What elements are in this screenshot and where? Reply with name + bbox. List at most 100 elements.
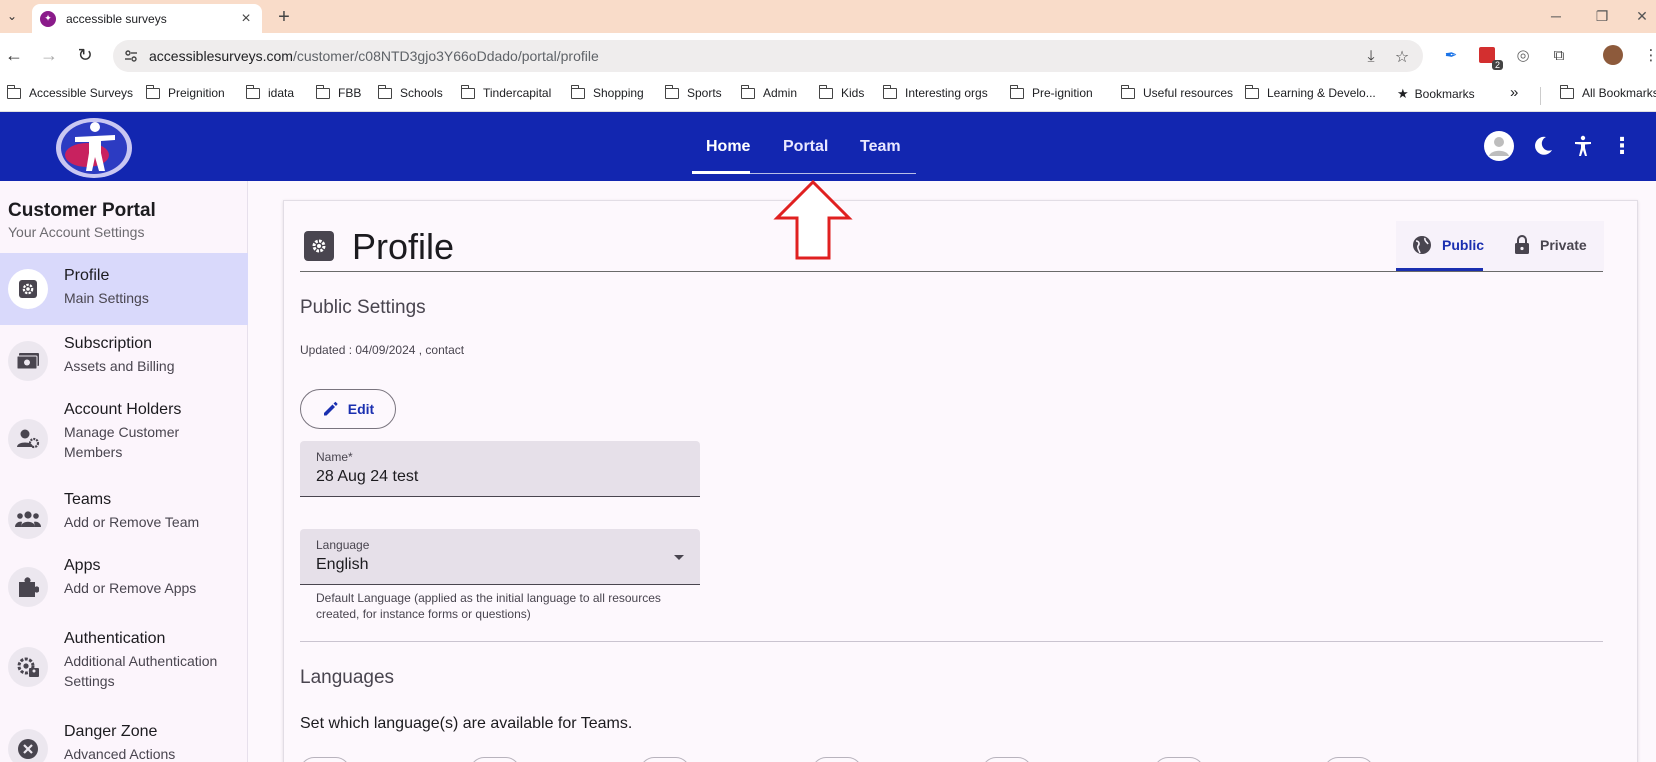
- language-toggle[interactable]: [640, 757, 690, 762]
- sidebar-item-profile[interactable]: Profile Main Settings: [0, 253, 248, 325]
- language-toggle[interactable]: [1154, 757, 1204, 762]
- language-toggle[interactable]: [982, 757, 1032, 762]
- close-circle-icon: [8, 729, 48, 762]
- folder-icon: [245, 84, 260, 99]
- app-header: Home Portal Team ⋮: [0, 112, 1656, 181]
- folder-icon: [460, 84, 475, 99]
- bookmarks-bar: Accessible Surveys Preignition idata FBB…: [0, 78, 1656, 112]
- settings-gear-icon: [304, 231, 334, 261]
- bookmark-folder[interactable]: Pre-ignition: [1009, 84, 1093, 100]
- sidebar-title: Customer Portal: [8, 200, 156, 221]
- language-select[interactable]: Language English: [300, 529, 700, 585]
- sidebar-item-label: Subscription: [64, 335, 153, 352]
- bookmark-item[interactable]: ★ Bookmarks: [1397, 86, 1475, 102]
- forward-arrow-icon[interactable]: →: [39, 45, 59, 65]
- language-toggle[interactable]: [470, 757, 520, 762]
- bookmark-folder[interactable]: Kids: [818, 84, 864, 100]
- name-field-label: Name*: [316, 450, 353, 464]
- sidebar-item-apps[interactable]: Apps Add or Remove Apps: [0, 553, 248, 621]
- sidebar-item-desc: Manage Customer Members: [64, 424, 180, 460]
- tab-private[interactable]: Private: [1514, 235, 1587, 255]
- dropdown-caret-icon: [674, 555, 684, 560]
- window-minimize-icon[interactable]: ─: [1546, 6, 1566, 26]
- sidebar-item-desc: Main Settings: [64, 290, 149, 306]
- bookmark-folder[interactable]: Accessible Surveys: [6, 84, 133, 100]
- window-restore-icon[interactable]: ❐: [1592, 6, 1612, 26]
- money-icon: [8, 341, 48, 381]
- person-gear-icon: [8, 419, 48, 459]
- nav-portal[interactable]: Portal: [783, 138, 828, 156]
- profile-avatar-icon[interactable]: [1602, 44, 1624, 66]
- browser-toolbar: ← → ↻ accessiblesurveys.com/customer/c08…: [0, 33, 1656, 78]
- nav-team[interactable]: Team: [860, 138, 901, 156]
- bookmark-folder[interactable]: Admin: [740, 84, 797, 100]
- calendar-extension-icon[interactable]: 2: [1476, 44, 1503, 70]
- bookmark-folder[interactable]: Preignition: [145, 84, 225, 100]
- bookmarks-overflow-chevron[interactable]: »: [1510, 84, 1518, 101]
- folder-icon: [570, 84, 585, 99]
- sidebar-item-account-holders[interactable]: Account Holders Manage Customer Members: [0, 393, 248, 485]
- sidebar-item-teams[interactable]: Teams Add or Remove Team: [0, 485, 248, 553]
- extension-circle-icon[interactable]: ◎: [1512, 44, 1534, 66]
- sidebar-item-danger-zone[interactable]: Danger Zone Advanced Actions: [0, 713, 248, 762]
- sidebar-item-desc: Additional Authentication Settings: [64, 653, 218, 689]
- folder-icon: [6, 84, 21, 99]
- window-close-icon[interactable]: ✕: [1632, 6, 1652, 26]
- page-title: Profile: [352, 226, 455, 267]
- bookmark-folder[interactable]: Interesting orgs: [882, 84, 988, 100]
- browser-menu-icon[interactable]: ⋮: [1640, 44, 1656, 66]
- address-bar[interactable]: accessiblesurveys.com/customer/c08NTD3gj…: [113, 40, 1423, 72]
- back-arrow-icon[interactable]: ←: [4, 45, 24, 65]
- sidebar-item-label: Authentication: [64, 630, 166, 647]
- accessible-surveys-logo[interactable]: [55, 117, 133, 179]
- bookmark-folder[interactable]: idata: [245, 84, 294, 100]
- language-toggle[interactable]: [300, 757, 350, 762]
- name-field[interactable]: Name* 28 Aug 24 test: [300, 441, 700, 497]
- pen-extension-icon[interactable]: ✒: [1440, 44, 1462, 66]
- languages-description: Set which language(s) are available for …: [300, 715, 633, 732]
- sidebar-item-label: Danger Zone: [64, 723, 158, 740]
- bookmark-star-icon[interactable]: ☆: [1392, 47, 1412, 67]
- user-avatar-icon[interactable]: [1483, 130, 1515, 162]
- name-field-value: 28 Aug 24 test: [316, 468, 419, 485]
- bookmark-folder[interactable]: Schools: [377, 84, 443, 100]
- bookmark-folder[interactable]: Sports: [664, 84, 722, 100]
- folder-icon: [145, 84, 160, 99]
- sidebar-item-subscription[interactable]: Subscription Assets and Billing: [0, 325, 248, 393]
- language-toggle[interactable]: [812, 757, 862, 762]
- bookmark-folder[interactable]: Shopping: [570, 84, 644, 100]
- tab-close-icon[interactable]: ×: [236, 9, 256, 29]
- dark-mode-moon-icon[interactable]: [1527, 130, 1559, 162]
- site-settings-icon[interactable]: [123, 48, 139, 64]
- reload-icon[interactable]: ↻: [75, 45, 95, 65]
- install-app-icon[interactable]: ⤓: [1361, 47, 1381, 67]
- sidebar-item-authentication[interactable]: Authentication Additional Authentication…: [0, 621, 248, 713]
- sidebar-item-desc: Add or Remove Team: [64, 514, 200, 530]
- language-toggle[interactable]: [1324, 757, 1374, 762]
- folder-icon: [377, 84, 392, 99]
- bookmark-folder[interactable]: Learning & Develo...: [1244, 84, 1376, 100]
- folder-icon: [1244, 84, 1259, 99]
- all-bookmarks-folder[interactable]: All Bookmarks: [1559, 84, 1656, 100]
- browser-tab[interactable]: ✦ accessible surveys ×: [32, 4, 262, 33]
- nav-home[interactable]: Home: [706, 138, 750, 156]
- tab-public[interactable]: Public: [1412, 235, 1484, 255]
- languages-heading: Languages: [300, 667, 395, 688]
- accessibility-icon[interactable]: [1567, 130, 1599, 162]
- edit-button[interactable]: Edit: [300, 389, 396, 429]
- folder-icon: [1559, 84, 1574, 99]
- updated-info: Updated : 04/09/2024 , contact: [300, 343, 465, 357]
- bookmark-folder[interactable]: Useful resources: [1120, 84, 1233, 100]
- star-icon: ★: [1397, 86, 1409, 101]
- sidebar-subtitle: Your Account Settings: [8, 224, 145, 240]
- tab-search-chevron-icon[interactable]: ⌄: [2, 4, 22, 28]
- sidebar-item-label: Apps: [64, 557, 101, 574]
- browser-tab-strip: ⌄ ✦ accessible surveys × + ─ ❐ ✕: [0, 0, 1656, 33]
- bookmark-folder[interactable]: Tindercapital: [460, 84, 551, 100]
- more-vert-icon[interactable]: ⋮: [1606, 130, 1638, 162]
- extensions-puzzle-icon[interactable]: ⧉: [1548, 44, 1570, 66]
- new-tab-plus-icon[interactable]: +: [272, 5, 296, 29]
- pencil-icon: [322, 401, 338, 417]
- sidebar-item-label: Account Holders: [64, 401, 182, 418]
- bookmark-folder[interactable]: FBB: [315, 84, 361, 100]
